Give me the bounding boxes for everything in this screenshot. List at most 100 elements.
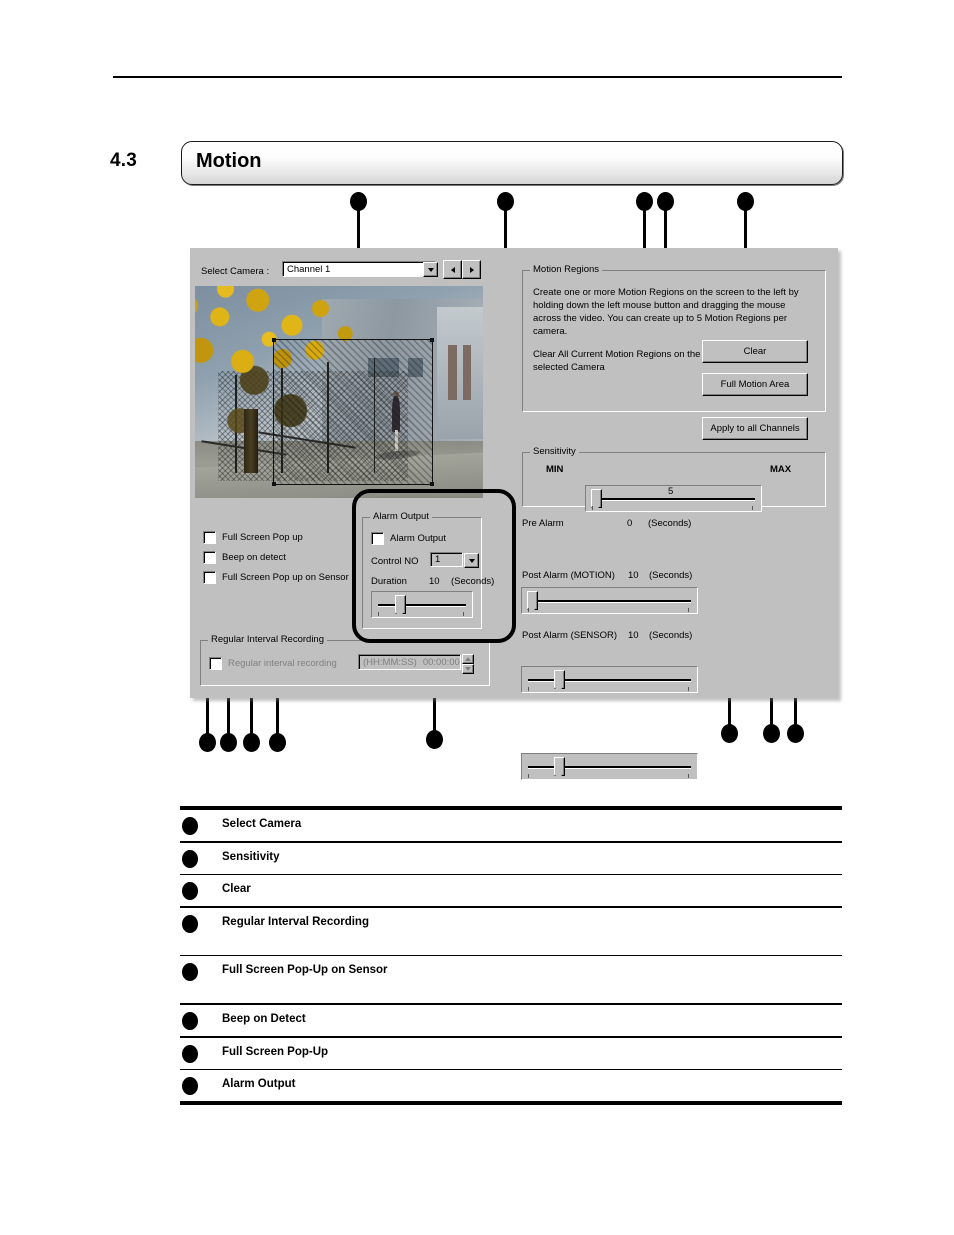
preview-building-right (436, 307, 483, 439)
slider-tick (528, 774, 529, 778)
list-item: Sensitivity (180, 843, 842, 874)
checkbox-label: Full Screen Pop up on Sensor (222, 572, 349, 583)
motion-regions-description: Create one or more Motion Regions on the… (533, 287, 799, 337)
region-handle[interactable] (430, 482, 435, 487)
motion-regions-group-title: Motion Regions (530, 264, 603, 275)
camera-next-button[interactable] (462, 260, 481, 279)
checkbox-label: Regular interval recording (228, 658, 337, 669)
camera-preview[interactable] (195, 286, 483, 498)
checkbox-beep-on-detect[interactable]: Beep on detect (203, 551, 286, 564)
chevron-down-icon[interactable] (423, 262, 438, 277)
sensitivity-group-title: Sensitivity (530, 446, 579, 457)
preview-window (462, 345, 472, 401)
pre-alarm-value: 0 (627, 518, 633, 529)
list-item: Select Camera (180, 810, 842, 841)
post-alarm-sensor-value: 10 (628, 630, 639, 641)
section-title-bar (181, 141, 843, 185)
slider-tick (528, 687, 529, 691)
post-alarm-sensor-label: Post Alarm (SENSOR) (522, 630, 618, 641)
slider-track (528, 765, 691, 769)
apply-to-all-channels-button[interactable]: Apply to all Channels (702, 417, 808, 440)
slider-track (528, 599, 691, 603)
post-alarm-sensor-slider[interactable] (521, 753, 698, 780)
slider-track (378, 603, 466, 607)
slider-tick (752, 506, 753, 510)
checkbox-box[interactable] (371, 532, 384, 545)
alarm-output-group-title: Alarm Output (370, 511, 432, 522)
camera-prev-button[interactable] (443, 260, 462, 279)
checkbox-label: Alarm Output (390, 533, 446, 544)
legend-bullet-icon (182, 849, 198, 868)
checkbox-alarm-output[interactable]: Alarm Output (371, 532, 446, 545)
duration-slider[interactable] (371, 591, 473, 618)
legend-label: Regular Interval Recording (222, 915, 369, 928)
section-number: 4.3 (110, 150, 138, 171)
regular-interval-time-field[interactable]: (HH:MM:SS) 00:00:00 (358, 654, 461, 670)
page-header-rule (113, 76, 842, 78)
slider-tick (688, 608, 689, 612)
checkbox-label: Beep on detect (222, 552, 286, 563)
legend-bullet-icon (182, 882, 198, 901)
checkbox-box[interactable] (209, 657, 222, 670)
legend-bullet-icon (182, 1011, 198, 1030)
clear-button[interactable]: Clear (702, 340, 808, 363)
legend-bullet-icon (182, 1077, 198, 1096)
slider-thumb[interactable] (554, 757, 565, 776)
legend-label: Select Camera (222, 818, 302, 830)
motion-region-box[interactable] (271, 338, 435, 487)
slider-tick (688, 687, 689, 691)
post-alarm-motion-label: Post Alarm (MOTION) (522, 570, 615, 581)
pre-alarm-label: Pre Alarm (522, 518, 564, 529)
region-handle[interactable] (271, 482, 276, 487)
slider-thumb[interactable] (554, 670, 565, 689)
checkbox-regular-interval-recording[interactable]: Regular interval recording (209, 657, 337, 670)
list-item: Full Screen Pop-Up (180, 1038, 842, 1069)
region-handle[interactable] (430, 338, 435, 342)
legend-bullet-icon (182, 914, 198, 933)
pre-alarm-units: (Seconds) (648, 518, 692, 529)
legend-label: Alarm Output (222, 1078, 296, 1091)
page-title: Motion (196, 150, 262, 172)
right-triangle-icon (469, 266, 474, 273)
legend-bottom-rule (180, 1101, 842, 1106)
preview-tree-trunk (243, 408, 259, 473)
control-no-dropdown[interactable]: 1 (430, 552, 463, 567)
time-value: 00:00:00 (422, 656, 460, 668)
full-motion-area-button[interactable]: Full Motion Area (702, 373, 808, 396)
checkbox-box[interactable] (203, 531, 216, 544)
post-alarm-motion-slider[interactable] (521, 666, 698, 693)
duration-units: (Seconds) (451, 576, 495, 587)
checkbox-full-screen-popup-sensor[interactable]: Full Screen Pop up on Sensor (203, 571, 349, 584)
list-item: Regular Interval Recording (180, 908, 842, 955)
preview-window (448, 345, 458, 401)
list-item: Clear (180, 875, 842, 906)
control-no-label: Control NO (371, 556, 419, 567)
slider-tick (592, 506, 593, 510)
pre-alarm-slider[interactable] (521, 587, 698, 614)
region-handle[interactable] (271, 338, 276, 342)
spinner-down-icon[interactable] (462, 664, 474, 674)
list-item: Beep on Detect (180, 1005, 842, 1036)
chevron-down-icon[interactable] (464, 553, 479, 568)
chevron-down-glyph (427, 267, 434, 272)
spinner-up-icon[interactable] (462, 654, 474, 664)
slider-tick (688, 774, 689, 778)
checkbox-box[interactable] (203, 571, 216, 584)
slider-thumb[interactable] (395, 595, 406, 614)
checkbox-full-screen-popup[interactable]: Full Screen Pop up (203, 531, 303, 544)
legend-label: Beep on Detect (222, 1012, 306, 1025)
regular-interval-spinner[interactable] (462, 654, 474, 674)
post-alarm-sensor-units: (Seconds) (649, 630, 693, 641)
sensitivity-slider[interactable] (585, 485, 762, 512)
checkbox-box[interactable] (203, 551, 216, 564)
spinner-down-glyph (465, 667, 471, 671)
list-item: Alarm Output (180, 1070, 842, 1101)
left-triangle-icon (450, 266, 455, 273)
spinner-up-glyph (465, 657, 471, 661)
sensitivity-min-label: MIN (546, 464, 564, 475)
legend-bullet-icon (182, 963, 198, 982)
legend-label: Full Screen Pop-Up on Sensor (222, 964, 388, 977)
select-camera-dropdown[interactable]: Channel 1 (282, 261, 436, 277)
select-camera-value: Channel 1 (287, 263, 331, 275)
sensitivity-value: 5 (668, 486, 674, 497)
